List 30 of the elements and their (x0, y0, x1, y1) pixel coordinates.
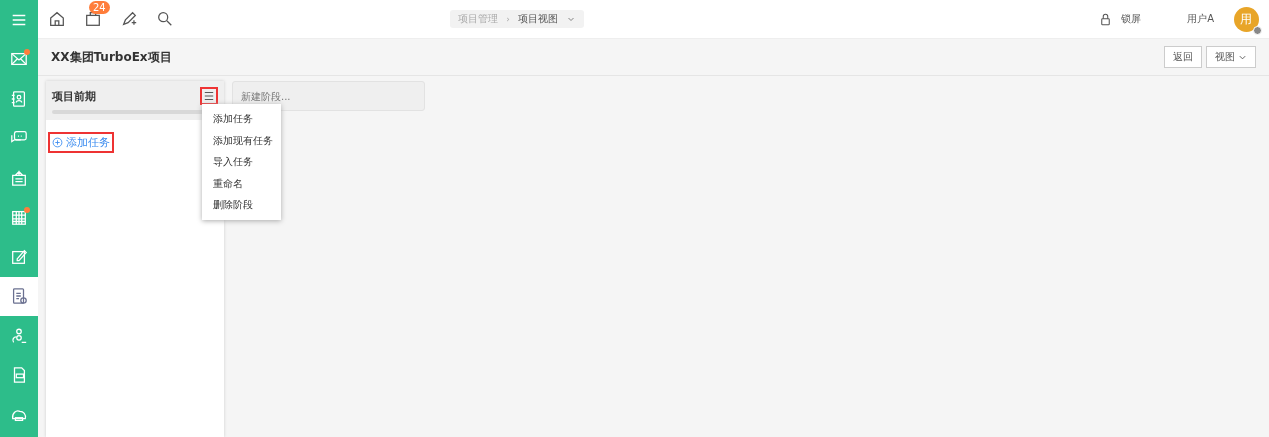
people-icon[interactable] (10, 326, 28, 345)
calendar-icon[interactable] (10, 208, 28, 227)
page-title: XX集团TurboEx项目 (51, 48, 173, 66)
plus-circle-icon (52, 137, 63, 148)
notification-dot (24, 48, 30, 55)
lock-screen-link[interactable]: 锁屏 (1121, 12, 1142, 26)
view-button[interactable]: 视图 (1206, 46, 1256, 68)
user-name[interactable]: 用户A (1187, 12, 1214, 26)
contact-book-icon[interactable] (10, 89, 28, 108)
document-check-icon[interactable] (10, 287, 28, 306)
menu-item[interactable]: 删除阶段 (202, 194, 281, 216)
menu-item[interactable]: 导入任务 (202, 151, 281, 173)
clipboard-icon[interactable] (10, 168, 28, 187)
sidebar-item[interactable] (0, 276, 38, 316)
home-icon[interactable] (48, 10, 66, 28)
search-icon[interactable] (156, 10, 174, 28)
add-task-link[interactable]: 添加任务 (48, 132, 114, 153)
back-button[interactable]: 返回 (1164, 46, 1202, 68)
chevron-icon: › (506, 14, 510, 24)
menu-item[interactable]: 重命名 (202, 172, 281, 195)
notification-dot (24, 206, 30, 213)
breadcrumb-current[interactable]: 项目视图 (517, 12, 558, 26)
status-dot (1253, 25, 1262, 35)
pen-plus-icon[interactable] (120, 10, 138, 28)
new-stage-field[interactable]: 新建阶段... (232, 81, 425, 111)
edit-icon[interactable] (10, 247, 28, 266)
menu-item[interactable]: 添加任务 (202, 108, 281, 130)
stage-title: 项目前期 (52, 88, 96, 104)
menu-item[interactable]: 添加现有任务 (202, 129, 281, 152)
notification-badge: 24 (89, 1, 110, 14)
